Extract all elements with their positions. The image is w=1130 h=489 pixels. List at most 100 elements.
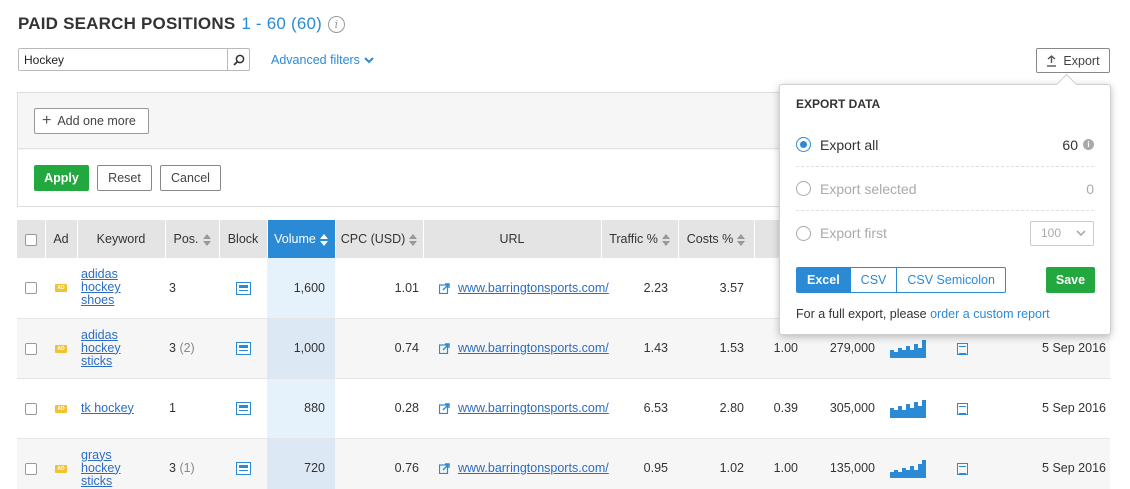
results-value: 135,000 [802, 438, 879, 489]
external-link-icon[interactable] [439, 403, 450, 415]
search-icon [232, 54, 244, 66]
position-value: 3 [169, 461, 176, 475]
url-link[interactable]: www.barringtonsports.com/ [458, 401, 609, 415]
serp-icon[interactable] [956, 342, 968, 355]
row-checkbox[interactable] [25, 282, 37, 295]
row-checkbox[interactable] [25, 402, 37, 415]
reset-button[interactable]: Reset [97, 165, 152, 191]
url-link[interactable]: www.barringtonsports.com/ [458, 341, 609, 355]
row-checkbox[interactable] [25, 462, 37, 475]
cancel-button[interactable]: Cancel [160, 165, 221, 191]
search-input[interactable] [19, 49, 227, 70]
export-all-label: Export all [820, 136, 879, 153]
keyword-link[interactable]: grays hockey sticks [81, 448, 131, 488]
date-value: 5 Sep 2016 [987, 378, 1110, 439]
plus-icon: + [42, 112, 52, 129]
traffic-value: 0.95 [601, 438, 678, 489]
select-all-header[interactable] [17, 220, 46, 258]
url-link[interactable]: www.barringtonsports.com/ [458, 461, 609, 475]
save-button[interactable]: Save [1046, 267, 1095, 293]
export-popup: EXPORT DATA Export all 60 i Export select… [779, 84, 1111, 335]
block-icon[interactable] [235, 402, 251, 416]
costs-value: 3.57 [678, 258, 754, 319]
external-link-icon[interactable] [439, 463, 450, 475]
row-checkbox[interactable] [25, 342, 37, 355]
block-icon[interactable] [235, 342, 251, 356]
format-csv[interactable]: CSV [849, 267, 898, 293]
table-row: AD grays hockey sticks 3 (1) 720 0.76 ww… [17, 438, 1110, 489]
column-ad: Ad [45, 220, 78, 258]
info-icon[interactable]: i [1083, 139, 1094, 150]
export-first-option[interactable]: Export first 100 [796, 211, 1094, 255]
column-traffic[interactable]: Traffic % [601, 220, 679, 258]
export-first-value: 100 [1041, 226, 1062, 240]
cpc-value: 1.01 [335, 258, 423, 319]
external-link-icon[interactable] [439, 343, 450, 355]
chevron-down-icon [364, 56, 374, 63]
trend-chart [890, 400, 926, 418]
ad-icon: AD [55, 464, 67, 473]
column-pos-label: Pos. [173, 232, 199, 246]
result-range: 1 - 60 (60) [241, 14, 322, 33]
costs-value: 1.02 [678, 438, 754, 489]
costs-value: 2.80 [678, 378, 754, 439]
export-all-radio[interactable] [796, 137, 811, 152]
column-pos[interactable]: Pos. [165, 220, 220, 258]
select-all-checkbox[interactable] [24, 233, 37, 246]
traffic-value: 2.23 [601, 258, 678, 319]
keyword-link[interactable]: tk hockey [81, 401, 161, 415]
advanced-filters-toggle[interactable]: Advanced filters [271, 53, 374, 67]
upload-icon [1047, 54, 1057, 67]
column-volume[interactable]: Volume [267, 220, 336, 258]
column-costs-label: Costs % [686, 232, 734, 246]
column-keyword: Keyword [77, 220, 166, 258]
column-costs[interactable]: Costs % [678, 220, 755, 258]
export-first-select[interactable]: 100 [1030, 220, 1094, 246]
cpc-value: 0.28 [335, 378, 423, 439]
ad-icon: AD [55, 344, 67, 353]
block-icon[interactable] [235, 281, 251, 295]
export-popup-heading: EXPORT DATA [796, 97, 881, 111]
url-link[interactable]: www.barringtonsports.com/ [458, 281, 609, 295]
export-selected-radio[interactable] [796, 181, 811, 196]
info-icon[interactable]: i [328, 15, 345, 33]
column-volume-label: Volume [274, 232, 316, 246]
add-filter-button[interactable]: + Add one more [34, 108, 149, 134]
export-first-radio[interactable] [796, 225, 811, 241]
cpc-value: 0.76 [335, 438, 423, 489]
export-selected-option[interactable]: Export selected 0 [796, 167, 1094, 211]
export-all-option[interactable]: Export all 60 i [796, 123, 1094, 167]
format-excel[interactable]: Excel [796, 267, 851, 293]
sort-icon [202, 233, 211, 246]
export-button-label: Export [1063, 53, 1100, 68]
filter-panel: + Add one more Apply Reset Cancel [17, 92, 810, 207]
ad-icon: AD [55, 404, 67, 413]
traffic-value: 6.53 [601, 378, 678, 439]
ad-icon: AD [55, 284, 67, 293]
keyword-link[interactable]: adidas hockey sticks [81, 328, 131, 368]
full-export-note-text: For a full export, please [796, 307, 931, 321]
column-cpc[interactable]: CPC (USD) [335, 220, 424, 258]
block-icon[interactable] [235, 462, 251, 476]
column-traffic-label: Traffic % [609, 232, 658, 246]
serp-icon[interactable] [956, 462, 968, 475]
format-csv-semicolon[interactable]: CSV Semicolon [896, 267, 1006, 293]
position-value: 3 [169, 280, 176, 295]
sort-icon [409, 233, 418, 246]
export-button[interactable]: Export [1036, 48, 1110, 73]
apply-button[interactable]: Apply [34, 165, 89, 191]
export-selected-label: Export selected [820, 180, 917, 197]
position-value: 3 [169, 341, 176, 355]
table-row: AD tk hockey 1 880 0.28 www.barringtonsp… [17, 378, 1110, 439]
search-button[interactable] [227, 49, 249, 70]
previous-position: (2) [179, 341, 195, 355]
page-title: PAID SEARCH POSITIONS 1 - 60 (60) i [18, 14, 345, 34]
serp-icon[interactable] [956, 402, 968, 415]
keyword-link[interactable]: adidas hockey shoes [81, 268, 131, 307]
custom-report-link[interactable]: order a custom report [930, 307, 1050, 321]
external-link-icon[interactable] [439, 283, 450, 294]
results-value: 305,000 [802, 378, 879, 439]
chevron-down-icon [1076, 229, 1086, 236]
trend-chart [890, 340, 926, 358]
sort-icon [737, 233, 746, 246]
